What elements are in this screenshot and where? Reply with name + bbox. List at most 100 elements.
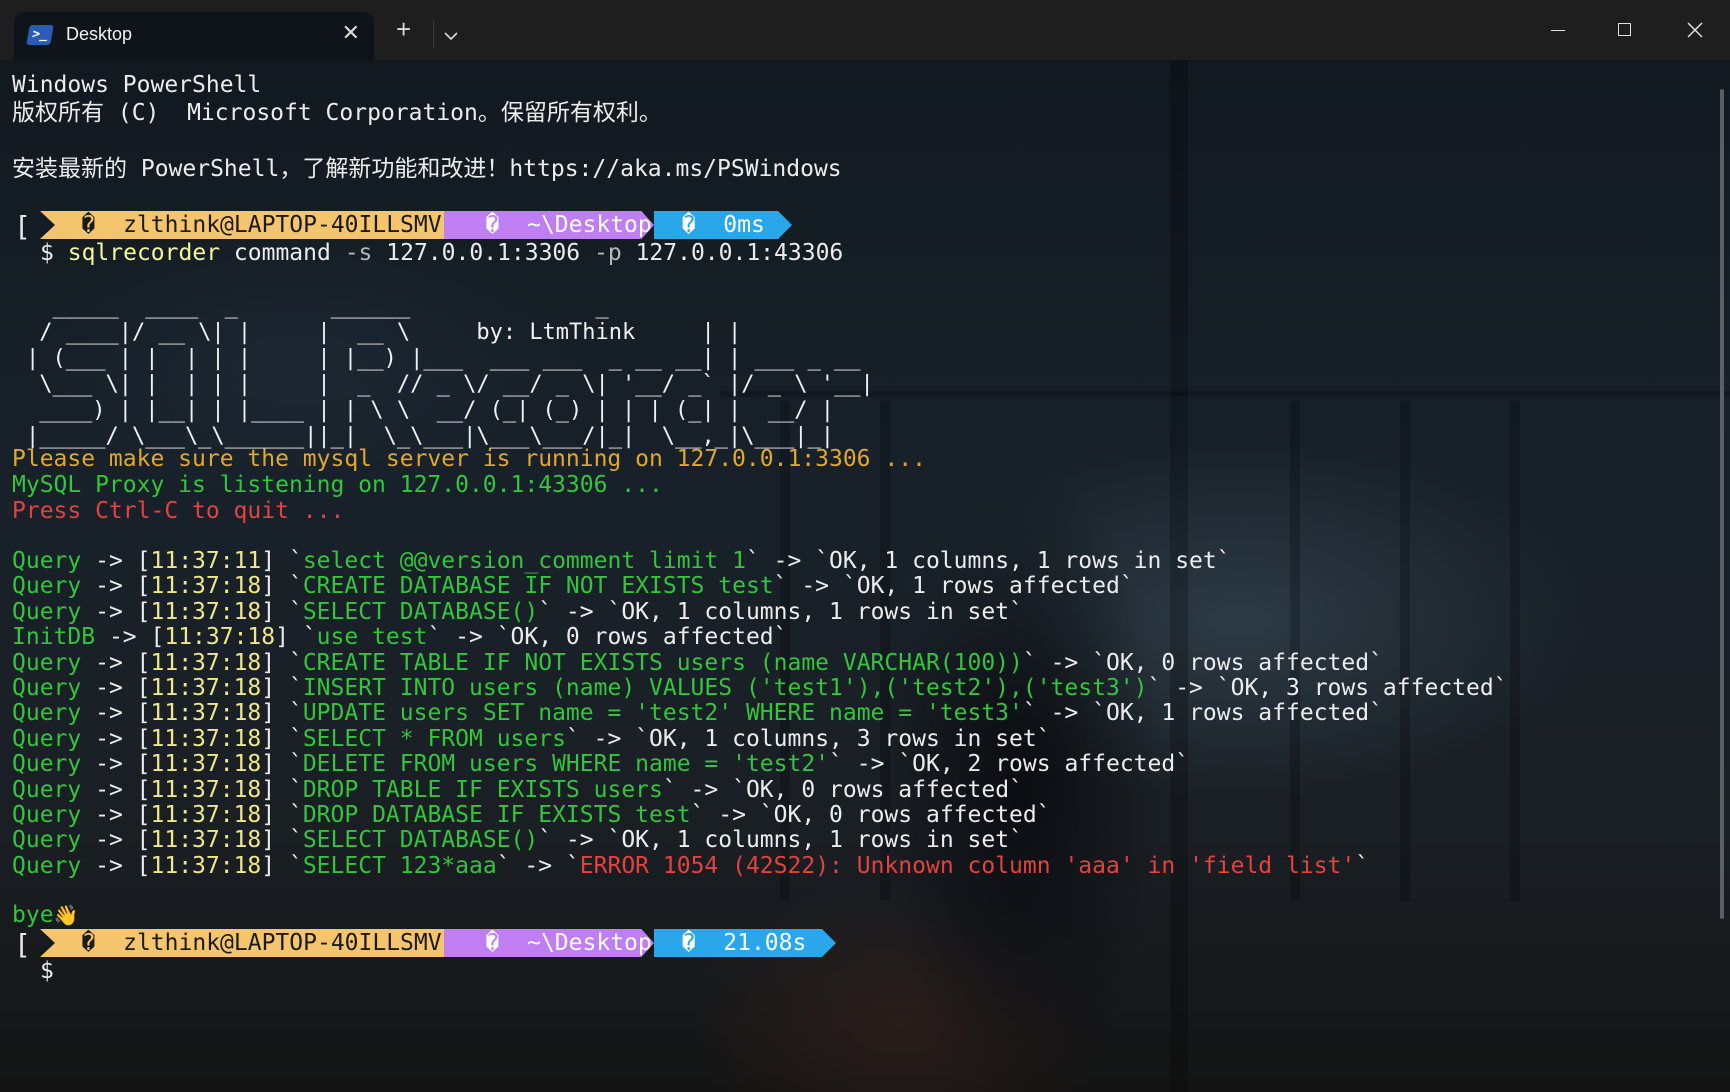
server-message: Please make sure the mysql server is run…: [12, 446, 926, 472]
header-line: 安装最新的 PowerShell，了解新功能和改进！https://aka.ms…: [12, 156, 842, 182]
log-arrow: -> [: [81, 751, 151, 778]
log-arrow: ` -> `: [1022, 700, 1106, 727]
prompt-bracket: [: [14, 928, 31, 961]
log-sql: INSERT INTO users (name) VALUES ('test1'…: [302, 675, 1148, 701]
prompt-user: zlthink@LAPTOP-40ILLSMV: [123, 212, 442, 238]
log-arrow: ` -> `: [538, 827, 622, 854]
log-arrow: ` -> `: [745, 548, 830, 574]
minimize-icon[interactable]: [1523, 0, 1593, 60]
dollar-sign: $: [40, 240, 54, 266]
log-bracket: ] `: [261, 700, 303, 727]
log-sql: CREATE DATABASE IF NOT EXISTS test: [302, 573, 774, 600]
background-rail: [1170, 61, 1188, 1092]
log-arrow: ` -> `: [662, 776, 746, 803]
log-time: 11:37:18: [150, 827, 262, 854]
maximize-icon[interactable]: [1590, 0, 1660, 60]
log-time: 11:37:18: [150, 852, 262, 879]
prompt-time-segment: � 0ms: [654, 211, 792, 239]
log-arrow: ` -> `: [773, 573, 857, 600]
log-bracket: ] `: [261, 751, 303, 778]
log-time: 11:37:18: [150, 700, 262, 727]
log-result: OK, 0 rows affected: [745, 776, 1010, 803]
header-line: Windows PowerShell: [12, 72, 262, 98]
log-arrow: ` -> `: [690, 802, 774, 828]
prompt-time-segment: � 21.08s: [654, 929, 836, 957]
command-flag: -p: [594, 240, 622, 266]
prompt-glyph: �: [681, 930, 696, 956]
log-arrow: ` -> `: [538, 598, 622, 625]
log-arrow: -> [: [81, 776, 151, 803]
log-result: OK, 1 columns, 1 rows in set: [621, 827, 1010, 854]
log-result: OK, 1 rows affected: [856, 573, 1120, 600]
command-input[interactable]: $: [40, 957, 54, 985]
log-type: Query: [12, 573, 82, 600]
bye-line: bye👋: [12, 901, 78, 929]
log-type: InitDB: [12, 624, 96, 651]
tab-desktop[interactable]: >_ Desktop ✕: [14, 12, 374, 60]
log-result: OK, 3 rows affected: [1230, 675, 1494, 701]
prompt-glyph: �: [485, 930, 500, 956]
log-arrow: -> [: [81, 802, 151, 828]
chevron-down-icon[interactable]: [444, 26, 458, 41]
log-entry: Query -> [11:37:18] `SELECT DATABASE()` …: [12, 826, 1023, 854]
log-time: 11:37:18: [164, 624, 276, 651]
log-arrow: ` -> `: [829, 751, 913, 778]
log-result: OK, 1 columns, 3 rows in set: [649, 725, 1037, 752]
prompt-user: zlthink@LAPTOP-40ILLSMV: [123, 930, 442, 956]
proxy-message: MySQL Proxy is listening on 127.0.0.1:43…: [12, 472, 663, 498]
prompt-path-segment: � ~\Desktop: [444, 929, 654, 957]
log-entry: Query -> [11:37:18] `DROP TABLE IF EXIST…: [12, 776, 1023, 804]
log-sql: DROP TABLE IF EXISTS users: [302, 776, 663, 803]
log-result: OK, 1 columns, 1 rows in set: [621, 598, 1010, 625]
log-bracket: ] `: [261, 852, 303, 879]
log-sql: SELECT DATABASE(): [302, 598, 539, 625]
log-bracket: ] `: [275, 624, 317, 651]
command-flag: -s: [344, 240, 373, 266]
log-tick: `: [1036, 802, 1051, 828]
log-result: OK, 0 rows affected: [1105, 649, 1370, 676]
log-entry: Query -> [11:37:18] `UPDATE users SET na…: [12, 699, 1383, 727]
log-tick: `: [1175, 751, 1190, 778]
log-entry: Query -> [11:37:11] `select @@version_co…: [12, 547, 1231, 575]
log-arrow: -> [: [81, 675, 151, 701]
log-arrow: -> [: [81, 649, 151, 676]
close-icon[interactable]: ✕: [342, 20, 360, 46]
log-arrow: -> [: [81, 827, 151, 854]
log-entry: Query -> [11:37:18] `SELECT * FROM users…: [12, 725, 1051, 753]
log-tick: `: [773, 624, 788, 651]
log-bracket: ] `: [261, 598, 303, 625]
log-tick: `: [1493, 675, 1508, 701]
log-result: OK, 0 rows affected: [773, 802, 1037, 828]
prompt-glyph: �: [681, 212, 696, 238]
powershell-icon: >_: [26, 25, 54, 45]
log-bracket: ] `: [261, 548, 303, 574]
tab-separator: [433, 20, 434, 48]
ascii-banner-line: _____ ____ _ ______ _: [26, 294, 742, 319]
log-bracket: ] `: [261, 649, 303, 676]
waving-hand-icon: 👋: [53, 903, 79, 927]
log-sql: use test: [316, 624, 428, 651]
log-arrow: -> [: [81, 725, 151, 752]
log-time: 11:37:18: [150, 776, 262, 803]
log-bracket: ] `: [261, 776, 303, 803]
terminal-body[interactable]: Windows PowerShell 版权所有 (C) Microsoft Co…: [0, 61, 1730, 1092]
quit-message: Press Ctrl-C to quit ...: [12, 498, 345, 524]
scrollbar[interactable]: [1720, 89, 1724, 919]
log-arrow: -> [: [81, 573, 151, 600]
log-type: Query: [12, 598, 82, 625]
log-tick: `: [1036, 725, 1051, 752]
log-type: Query: [12, 548, 82, 574]
log-sql: SELECT 123*aaa: [302, 852, 497, 879]
prompt-bracket: [: [14, 210, 31, 243]
close-window-icon[interactable]: [1660, 0, 1730, 60]
log-arrow: -> [: [81, 598, 151, 625]
log-type: Query: [12, 751, 82, 778]
plus-icon[interactable]: +: [396, 16, 411, 42]
log-type: Query: [12, 675, 82, 701]
log-arrow: ` -> `: [1147, 675, 1231, 701]
ascii-banner-line: / ____|/ __ \| | | __ \ by: LtmThink | |: [26, 320, 742, 345]
log-time: 11:37:18: [150, 725, 262, 752]
log-sql: select @@version_comment limit 1: [302, 548, 746, 574]
log-arrow: -> [: [81, 548, 151, 574]
log-tick: `: [1369, 649, 1383, 676]
